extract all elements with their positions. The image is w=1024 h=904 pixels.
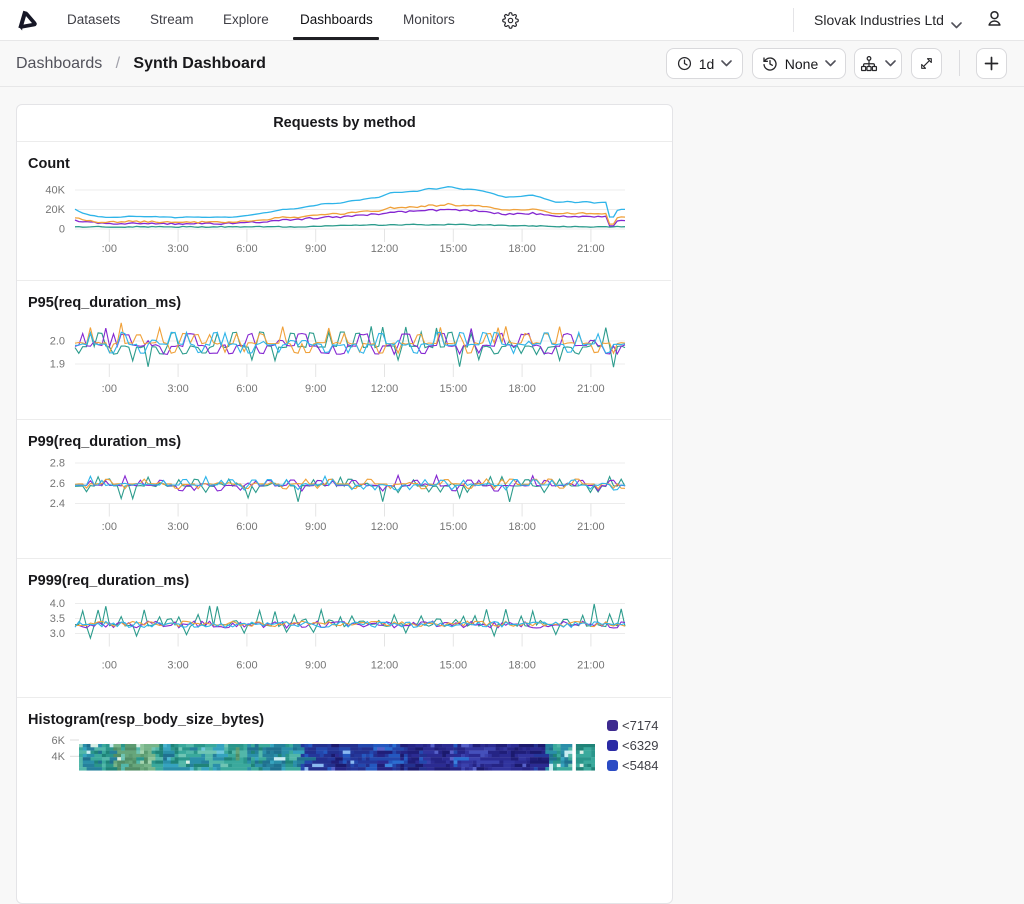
svg-text:12:00: 12:00 [371, 383, 399, 395]
svg-text:12:00: 12:00 [371, 521, 399, 533]
svg-text:20K: 20K [45, 204, 65, 216]
svg-text:3:00: 3:00 [167, 521, 188, 533]
svg-text:12:00: 12:00 [371, 243, 399, 255]
svg-text:40K: 40K [45, 185, 65, 197]
svg-text:18:00: 18:00 [508, 521, 536, 533]
svg-text:9:00: 9:00 [305, 243, 326, 255]
svg-text:6K: 6K [52, 735, 66, 747]
svg-text:3.5: 3.5 [50, 613, 65, 625]
svg-text:15:00: 15:00 [440, 521, 468, 533]
svg-text:9:00: 9:00 [305, 521, 326, 533]
svg-text:4.0: 4.0 [50, 598, 65, 610]
svg-text:3.0: 3.0 [50, 628, 65, 640]
svg-text:2.4: 2.4 [50, 498, 65, 510]
svg-text:9:00: 9:00 [305, 383, 326, 395]
svg-text:1.9: 1.9 [50, 359, 65, 371]
svg-text:18:00: 18:00 [508, 243, 536, 255]
svg-text:15:00: 15:00 [440, 660, 468, 672]
svg-text:2.0: 2.0 [50, 336, 65, 348]
svg-text:2.6: 2.6 [50, 478, 65, 490]
svg-text:6:00: 6:00 [236, 243, 257, 255]
svg-text:9:00: 9:00 [305, 660, 326, 672]
svg-text:21:00: 21:00 [577, 243, 605, 255]
svg-text:15:00: 15:00 [440, 383, 468, 395]
svg-text:21:00: 21:00 [577, 660, 605, 672]
svg-text::00: :00 [102, 521, 117, 533]
svg-text:21:00: 21:00 [577, 521, 605, 533]
svg-text:6:00: 6:00 [236, 660, 257, 672]
svg-text::00: :00 [102, 383, 117, 395]
svg-text:0: 0 [59, 224, 65, 236]
svg-text:15:00: 15:00 [440, 243, 468, 255]
svg-text:6:00: 6:00 [236, 383, 257, 395]
svg-text:4K: 4K [52, 751, 66, 763]
svg-text:6:00: 6:00 [236, 521, 257, 533]
svg-text:3:00: 3:00 [167, 660, 188, 672]
svg-text::00: :00 [102, 243, 117, 255]
svg-text:3:00: 3:00 [167, 383, 188, 395]
svg-text:21:00: 21:00 [577, 383, 605, 395]
svg-text:18:00: 18:00 [508, 383, 536, 395]
svg-text:18:00: 18:00 [508, 660, 536, 672]
svg-text:3:00: 3:00 [167, 243, 188, 255]
svg-text::00: :00 [102, 660, 117, 672]
svg-text:12:00: 12:00 [371, 660, 399, 672]
svg-text:2.8: 2.8 [50, 458, 65, 470]
